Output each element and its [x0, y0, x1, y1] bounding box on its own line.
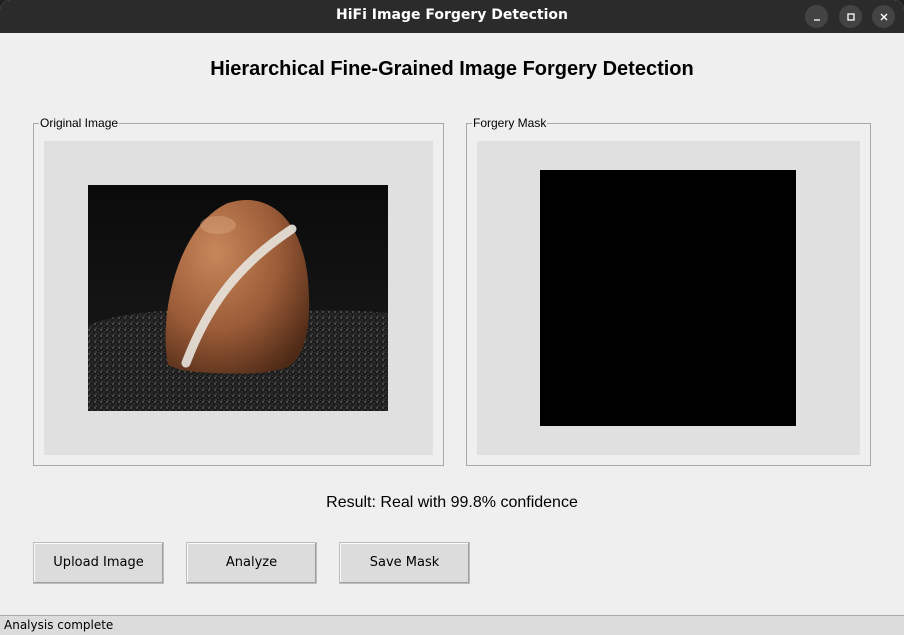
title-bar[interactable]: HiFi Image Forgery Detection [0, 0, 904, 33]
window-title: HiFi Image Forgery Detection [335, 7, 568, 23]
close-icon [880, 13, 887, 20]
minimize-button[interactable] [805, 5, 828, 28]
original-image-canvas [44, 141, 433, 455]
minimize-icon [813, 18, 820, 21]
page-title: Hierarchical Fine-Grained Image Forgery … [210, 58, 694, 80]
maximize-button[interactable] [839, 5, 862, 28]
forgery-mask-canvas [477, 141, 860, 455]
analyze-button[interactable]: Analyze [186, 542, 317, 584]
original-image [88, 185, 388, 411]
upload-image-button[interactable]: Upload Image [33, 542, 164, 584]
close-button[interactable] [872, 5, 895, 28]
status-bar: Analysis complete [0, 615, 904, 635]
forgery-mask-label: Forgery Mask [472, 116, 548, 130]
save-mask-button[interactable]: Save Mask [339, 542, 470, 584]
original-image-label: Original Image [39, 116, 120, 130]
forgery-mask-image [540, 170, 796, 426]
maximize-icon [846, 12, 855, 21]
result-text: Result: Real with 99.8% confidence [326, 494, 578, 511]
app-window: HiFi Image Forgery Detection Hierarchica… [0, 0, 904, 635]
